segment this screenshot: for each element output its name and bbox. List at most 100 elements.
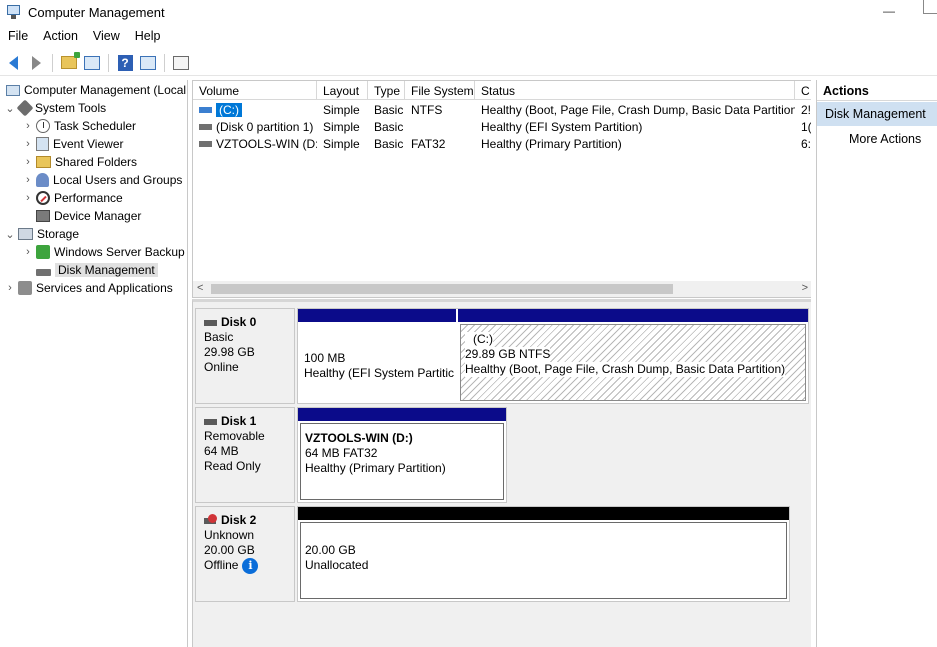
expand-chevron-icon[interactable]: › [22, 246, 34, 258]
disk-info-1[interactable]: Disk 1 Removable 64 MB Read Only [195, 407, 295, 503]
column-header-file-system[interactable]: File System [405, 81, 475, 99]
volume-name: (Disk 0 partition 1) [216, 119, 314, 134]
actions-pane: Actions Disk Management More Actions [816, 80, 937, 647]
disk-row-0: Disk 0 Basic 29.98 GB Online 100 MB Heal… [193, 308, 812, 404]
partition-c[interactable]: (C:) 29.89 GB NTFS Healthy (Boot, Page F… [458, 309, 808, 403]
expand-chevron-icon[interactable]: › [22, 174, 34, 186]
disk-info-0[interactable]: Disk 0 Basic 29.98 GB Online [195, 308, 295, 404]
disk-size: 64 MB [204, 444, 239, 458]
scroll-right-icon[interactable]: > [802, 282, 808, 294]
help-button[interactable]: ? [115, 53, 135, 73]
tree-item-task-scheduler[interactable]: › Task Scheduler [22, 117, 136, 135]
menu-view[interactable]: View [85, 27, 127, 47]
collapse-chevron-icon[interactable]: ⌄ [4, 102, 16, 115]
storage-icon [18, 228, 33, 240]
info-icon[interactable]: i [242, 558, 259, 574]
disk-info-2[interactable]: Disk 2 Unknown 20.00 GB Offline i [195, 506, 295, 602]
menu-help[interactable]: Help [127, 27, 168, 47]
expand-chevron-icon[interactable]: › [22, 156, 34, 168]
partition-unallocated[interactable]: 20.00 GB Unallocated [298, 507, 789, 601]
partition-size: 20.00 GB [305, 543, 356, 557]
tree-item-windows-server-backup[interactable]: › Windows Server Backup [22, 243, 185, 261]
disk-icon [204, 418, 217, 425]
collapse-chevron-icon[interactable]: ⌄ [4, 228, 16, 241]
horizontal-scrollbar[interactable]: < > [193, 281, 811, 297]
menu-action[interactable]: Action [35, 27, 85, 47]
back-button[interactable] [3, 53, 23, 73]
volume-list-header: Volume Layout Type File System Status C [193, 81, 811, 100]
volume-layout: Simple [323, 102, 360, 117]
actions-section-disk-management[interactable]: Disk Management [817, 102, 937, 126]
partition-efi[interactable]: 100 MB Healthy (EFI System Partitic [298, 309, 456, 403]
expand-chevron-icon[interactable]: › [4, 282, 16, 294]
up-one-level-button[interactable] [59, 52, 80, 73]
column-header-status[interactable]: Status [475, 81, 795, 99]
tools-icon [16, 99, 34, 117]
maximize-button[interactable] [923, 0, 937, 14]
column-header-volume[interactable]: Volume [193, 81, 317, 99]
table-row[interactable]: (Disk 0 partition 1) Simple Basic Health… [193, 118, 811, 135]
volume-list: Volume Layout Type File System Status C … [192, 80, 811, 298]
disk-name: Disk 0 [221, 315, 257, 329]
tree-item-shared-folders[interactable]: › Shared Folders [22, 153, 137, 171]
tree-item-device-manager[interactable]: Device Manager [34, 207, 141, 225]
forward-button[interactable] [26, 53, 46, 73]
device-manager-icon [36, 210, 50, 222]
help-icon: ? [117, 54, 133, 71]
more-actions-link[interactable]: More Actions [817, 126, 937, 146]
volume-name: (C:) [216, 102, 242, 117]
volume-icon [199, 107, 212, 114]
computer-management-icon [6, 4, 22, 20]
properties-button[interactable] [171, 53, 191, 73]
table-row[interactable]: VZTOOLS-WIN (D:) Simple Basic FAT32 Heal… [193, 135, 811, 152]
disk-name: Disk 1 [221, 414, 257, 428]
show-hide-console-tree-icon [84, 55, 100, 70]
tree-item-computer-management[interactable]: Computer Management (Local [4, 81, 186, 99]
tree-item-event-viewer[interactable]: › Event Viewer [22, 135, 123, 153]
show-hide-action-pane-button[interactable] [138, 53, 158, 73]
disk-state: Online [204, 360, 239, 374]
disk-type: Unknown [204, 528, 255, 542]
show-hide-console-tree-button[interactable] [82, 53, 102, 73]
column-header-layout[interactable]: Layout [317, 81, 368, 99]
volume-type: Basic [374, 136, 404, 151]
properties-icon [173, 55, 189, 70]
title-bar: Computer Management — [0, 0, 937, 24]
partition-bar [298, 309, 456, 322]
up-folder-icon [61, 52, 80, 69]
offline-disk-icon [204, 514, 217, 527]
tree-item-storage[interactable]: ⌄ Storage [4, 225, 79, 243]
volume-file-system: NTFS [411, 102, 443, 117]
show-hide-action-pane-icon [140, 55, 156, 70]
volume-capacity: 6: [801, 136, 811, 151]
window-title: Computer Management [28, 4, 165, 20]
expand-chevron-icon[interactable]: › [22, 192, 34, 204]
expand-chevron-icon[interactable]: › [22, 138, 34, 150]
volume-layout: Simple [323, 119, 360, 134]
tree-item-disk-management[interactable]: Disk Management [34, 261, 158, 279]
toolbar-separator [52, 53, 53, 72]
services-icon [18, 281, 32, 295]
tree-item-performance[interactable]: › Performance [22, 189, 123, 207]
column-header-type[interactable]: Type [368, 81, 405, 99]
computer-icon [6, 85, 20, 96]
actions-header: Actions [817, 80, 937, 101]
table-row[interactable]: (C:) Simple Basic NTFS Healthy (Boot, Pa… [193, 101, 811, 118]
menu-bar: File Action View Help [0, 27, 168, 47]
partition-d[interactable]: VZTOOLS-WIN (D:) 64 MB FAT32 Healthy (Pr… [298, 408, 506, 502]
partition-size: 64 MB FAT32 [305, 446, 378, 460]
volume-status: Healthy (Primary Partition) [481, 136, 622, 151]
volume-icon [199, 141, 212, 148]
disk-type: Removable [204, 429, 265, 443]
menu-file[interactable]: File [0, 27, 35, 47]
scrollbar-thumb[interactable] [211, 284, 673, 294]
tree-item-local-users[interactable]: › Local Users and Groups [22, 171, 182, 189]
tree-item-services-applications[interactable]: › Services and Applications [4, 279, 173, 297]
tree-item-system-tools[interactable]: ⌄ System Tools [4, 99, 106, 117]
scroll-left-icon[interactable]: < [197, 282, 203, 294]
volume-icon [199, 124, 212, 131]
volume-type: Basic [374, 102, 404, 117]
minimize-button[interactable]: — [883, 4, 895, 18]
expand-chevron-icon[interactable]: › [22, 120, 34, 132]
column-header-capacity[interactable]: C [795, 81, 811, 99]
